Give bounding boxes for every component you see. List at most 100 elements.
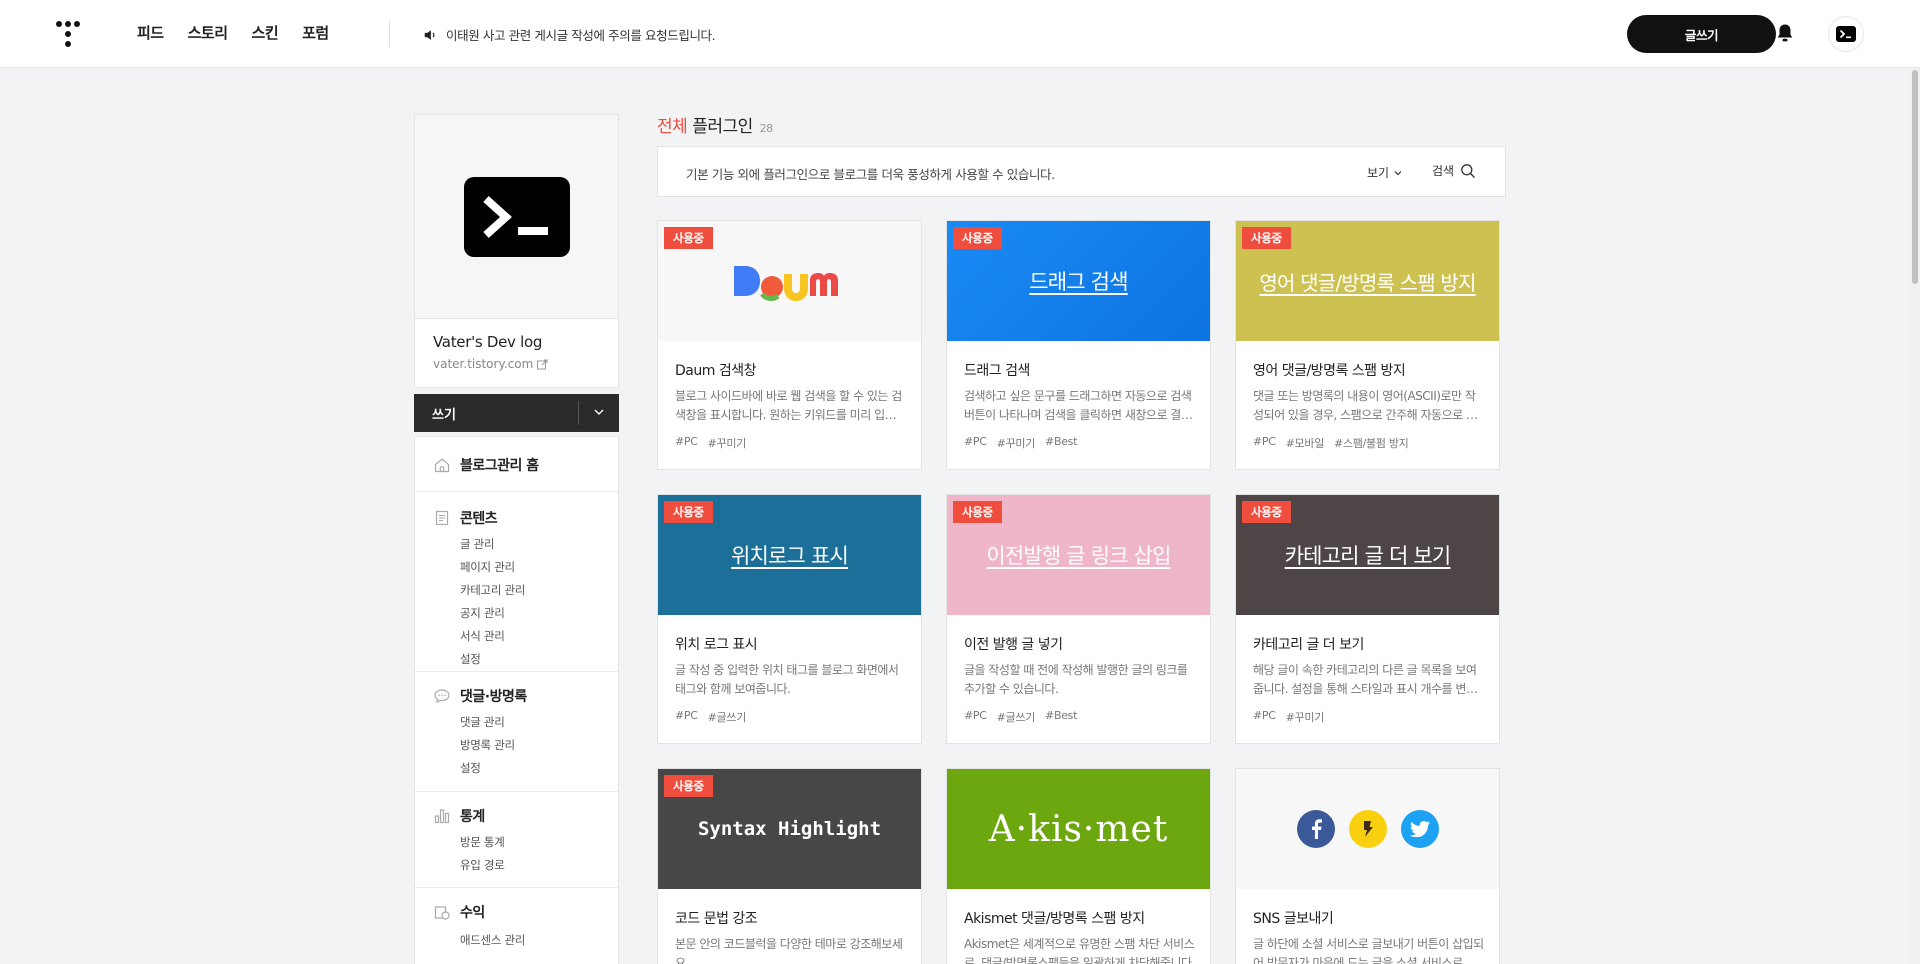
plugin-name: 위치 로그 표시: [675, 637, 758, 653]
menu-label: 댓글·방명록: [460, 689, 527, 705]
plugin-card-category-more[interactable]: 카테고리 글 더 보기 사용중 카테고리 글 더 보기 해당 글이 속한 카테고…: [1235, 494, 1500, 744]
plugin-tag[interactable]: #스팸/불펌 방지: [1334, 435, 1409, 451]
plugin-tag[interactable]: #꾸미기: [708, 435, 747, 451]
chevron-down-icon[interactable]: [591, 404, 607, 420]
scrollbar-thumb[interactable]: [1912, 70, 1918, 284]
plugin-name: 이전 발행 글 넣기: [964, 637, 1063, 653]
write-post-button[interactable]: 글쓰기: [1627, 15, 1776, 53]
plugin-card-daum-search[interactable]: 사용중 Daum 검색창 블로그 사이드바에 바로 웹 검색을 할 수 있는 검…: [657, 220, 922, 470]
nav-feed[interactable]: 피드: [137, 22, 164, 43]
bell-icon[interactable]: [1776, 23, 1794, 43]
plugin-card-previous-post[interactable]: 이전발행 글 링크 삽입 사용중 이전 발행 글 넣기 글을 작성할 때 전에 …: [946, 494, 1211, 744]
blog-name[interactable]: Vater's Dev log: [433, 333, 542, 351]
kakaostory-icon: [1348, 810, 1387, 848]
profile-avatar[interactable]: [1828, 16, 1864, 52]
plugin-tag[interactable]: #모바일: [1286, 435, 1325, 451]
view-dropdown[interactable]: 보기: [1367, 164, 1403, 181]
menu-content-settings[interactable]: 설정: [460, 651, 481, 667]
blog-thumbnail[interactable]: [415, 115, 618, 319]
plugin-tag[interactable]: #PC: [1253, 709, 1276, 725]
thumbnail-text: 위치로그 표시: [731, 544, 849, 568]
terminal-icon: [1836, 26, 1856, 42]
menu-section-revenue: 수익 애드센스 관리: [415, 888, 618, 964]
search-button[interactable]: 검색: [1432, 162, 1476, 179]
plugin-count: 28: [759, 122, 774, 135]
external-link-icon: [537, 359, 548, 369]
top-bar: 피드 스토리 스킨 포럼 이태원 사고 관련 게시글 작성에 주의를 요청드립니…: [0, 0, 1920, 68]
page-scrollbar[interactable]: [1910, 68, 1920, 964]
menu-content[interactable]: 콘텐츠: [433, 508, 498, 528]
description-bar: 기본 기능 외에 플러그인으로 블로그를 더욱 풍성하게 사용할 수 있습니다.…: [657, 146, 1506, 197]
plugin-tag[interactable]: #Best: [1045, 709, 1077, 725]
menu-guestbook-manage[interactable]: 방명록 관리: [460, 737, 515, 753]
tistory-logo-icon[interactable]: [56, 21, 80, 47]
menu-blog-home[interactable]: 블로그관리 홈: [433, 455, 539, 475]
home-icon: [434, 458, 450, 473]
plugin-card-syntax-highlight[interactable]: Syntax Highlight 사용중 코드 문법 강조 본문 안의 코드블럭…: [657, 768, 922, 964]
blog-url-link[interactable]: vater.tistory.com: [433, 357, 548, 371]
revenue-icon: [434, 906, 450, 920]
in-use-badge: 사용중: [664, 227, 713, 249]
plugin-tag[interactable]: #PC: [964, 435, 987, 451]
plugin-tag[interactable]: #글쓰기: [997, 709, 1036, 725]
plugin-card-drag-search[interactable]: 드래그 검색 사용중 드래그 검색 검색하고 싶은 문구를 드래그하면 자동으로…: [946, 220, 1211, 470]
menu-visit-stats[interactable]: 방문 통계: [460, 834, 505, 850]
nav-forum[interactable]: 포럼: [302, 22, 329, 43]
plugin-tag[interactable]: #PC: [964, 709, 987, 725]
notice-banner[interactable]: 이태원 사고 관련 게시글 작성에 주의를 요청드립니다.: [423, 25, 716, 44]
speaker-icon: [424, 29, 435, 40]
plugin-card-english-spam[interactable]: 영어 댓글/방명록 스팸 방지 사용중 영어 댓글/방명록 스팸 방지 댓글 또…: [1235, 220, 1500, 470]
menu-comments[interactable]: 댓글·방명록: [433, 686, 527, 706]
menu-comment-manage[interactable]: 댓글 관리: [460, 714, 505, 730]
menu-section-content: 콘텐츠 글 관리 페이지 관리 카테고리 관리 공지 관리 서식 관리 설정: [415, 492, 618, 672]
menu-stats[interactable]: 통계: [433, 806, 485, 826]
plugin-description: 글 하단에 소셜 서비스로 글보내기 버튼이 삽입되어 방문자가 마음에 드는 …: [1253, 937, 1484, 964]
terminal-logo-icon: [463, 176, 570, 257]
menu-label: 통계: [460, 809, 485, 825]
write-menu-bar[interactable]: 쓰기: [414, 394, 619, 432]
plugin-tag[interactable]: #Best: [1045, 435, 1077, 451]
facebook-icon: [1296, 810, 1335, 848]
menu-post-manage[interactable]: 글 관리: [460, 536, 495, 552]
nav-divider: [389, 21, 390, 47]
menu-template-manage[interactable]: 서식 관리: [460, 628, 505, 644]
nav-story[interactable]: 스토리: [188, 22, 228, 43]
plugin-tags: #PC #꾸미기: [1253, 709, 1324, 725]
menu-comment-settings[interactable]: 설정: [460, 760, 481, 776]
plugin-tag[interactable]: #글쓰기: [708, 709, 747, 725]
plugin-tag[interactable]: #PC: [675, 435, 698, 451]
menu-revenue[interactable]: 수익: [433, 902, 485, 922]
menu-category-manage[interactable]: 카테고리 관리: [460, 582, 525, 598]
menu-section-comments: 댓글·방명록 댓글 관리 방명록 관리 설정: [415, 672, 618, 792]
plugin-card-akismet[interactable]: A·kis·met Akismet 댓글/방명록 스팸 방지 Akismet은 …: [946, 768, 1211, 964]
blog-url-text: vater.tistory.com: [433, 357, 534, 371]
plugin-card-location-log[interactable]: 위치로그 표시 사용중 위치 로그 표시 글 작성 중 입력한 위치 태그를 블…: [657, 494, 922, 744]
menu-notice-manage[interactable]: 공지 관리: [460, 605, 505, 621]
plugin-tags: #PC #꾸미기: [675, 435, 746, 451]
plugin-tags: #PC #글쓰기: [675, 709, 746, 725]
plugin-description: 글을 작성할 때 전에 작성해 발행한 글의 링크를 추가할 수 있습니다.: [964, 663, 1188, 696]
menu-label: 블로그관리 홈: [460, 458, 539, 474]
plugin-tag[interactable]: #PC: [675, 709, 698, 725]
title-filter: 전체: [657, 117, 688, 137]
chevron-down-icon: [1394, 170, 1402, 175]
in-use-badge: 사용중: [664, 775, 713, 797]
menu-adsense-manage[interactable]: 애드센스 관리: [460, 932, 525, 948]
in-use-badge: 사용중: [1242, 501, 1291, 523]
plugin-name: SNS 글보내기: [1253, 911, 1334, 927]
nav-skin[interactable]: 스킨: [252, 22, 279, 43]
menu-page-manage[interactable]: 페이지 관리: [460, 559, 515, 575]
plugin-tag[interactable]: #PC: [1253, 435, 1276, 451]
menu-referrer[interactable]: 유입 경로: [460, 857, 505, 873]
description-text: 기본 기능 외에 플러그인으로 블로그를 더욱 풍성하게 사용할 수 있습니다.: [686, 167, 1055, 182]
plugin-card-sns-share[interactable]: SNS 글보내기 글 하단에 소셜 서비스로 글보내기 버튼이 삽입되어 방문자…: [1235, 768, 1500, 964]
write-label[interactable]: 쓰기: [432, 404, 456, 423]
plugin-description: 블로그 사이드바에 바로 웹 검색을 할 수 있는 검색창을 표시합니다. 원하…: [675, 389, 906, 422]
in-use-badge: 사용중: [664, 501, 713, 523]
blog-profile-card: Vater's Dev log vater.tistory.com: [414, 114, 619, 388]
menu-section-stats: 통계 방문 통계 유입 경로: [415, 792, 618, 888]
search-icon: [1461, 163, 1476, 178]
plugin-description: 글 작성 중 입력한 위치 태그를 블로그 화면에서 태그와 함께 보여줍니다.: [675, 663, 899, 696]
plugin-tag[interactable]: #꾸미기: [1286, 709, 1325, 725]
plugin-tag[interactable]: #꾸미기: [997, 435, 1036, 451]
